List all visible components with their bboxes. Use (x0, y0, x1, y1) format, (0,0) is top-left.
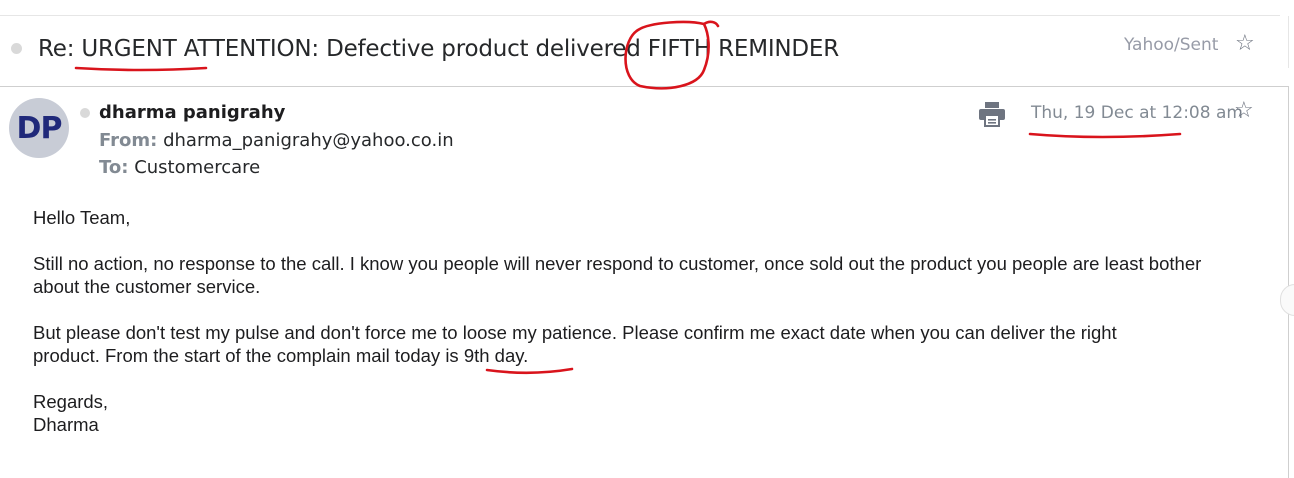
body-text: product. From the start of the complain … (33, 345, 464, 366)
greeting: Hello Team, (33, 207, 131, 228)
email-viewer: Re: URGENT ATTENTION: Defective product … (0, 0, 1294, 478)
unread-dot-icon[interactable] (80, 108, 90, 118)
body-paragraph: Still no action, no response to the call… (33, 253, 1202, 297)
to-label: To: (99, 157, 129, 178)
folder-label[interactable]: Yahoo/Sent (1124, 35, 1218, 55)
highlighted-text: 9th day. (463, 345, 529, 366)
avatar[interactable]: DP (9, 98, 69, 158)
body-paragraph: But please don't test my pulse and don't… (33, 321, 1233, 367)
from-label: From: (99, 130, 158, 151)
unread-dot-icon[interactable] (11, 43, 22, 54)
to-line: To: Customercare (99, 157, 260, 178)
signature: Dharma (33, 414, 99, 435)
star-icon[interactable]: ☆ (1234, 100, 1254, 122)
scroll-handle[interactable] (1280, 284, 1294, 316)
sender-name[interactable]: dharma panigrahy (99, 102, 285, 123)
closing: Regards, (33, 391, 109, 412)
divider (1288, 16, 1289, 68)
signature-block: Regards, Dharma (33, 390, 1233, 436)
divider (0, 15, 1280, 16)
message-body: Hello Team, Still no action, no response… (33, 206, 1233, 436)
from-address[interactable]: dharma_panigrahy@yahoo.co.in (163, 130, 454, 151)
body-text: But please don't test my pulse and don't… (33, 322, 1117, 343)
to-address[interactable]: Customercare (134, 157, 260, 178)
print-icon[interactable] (978, 101, 1006, 127)
star-icon[interactable]: ☆ (1235, 33, 1255, 55)
annotation-underline (1028, 132, 1182, 139)
from-line: From: dharma_panigrahy@yahoo.co.in (99, 130, 454, 151)
message-card-border (0, 86, 1289, 87)
message-date: Thu, 19 Dec at 12:08 am (1031, 103, 1243, 123)
annotation-underline (74, 66, 208, 72)
email-subject: Re: URGENT ATTENTION: Defective product … (38, 36, 840, 62)
message-card-border (1288, 86, 1289, 478)
